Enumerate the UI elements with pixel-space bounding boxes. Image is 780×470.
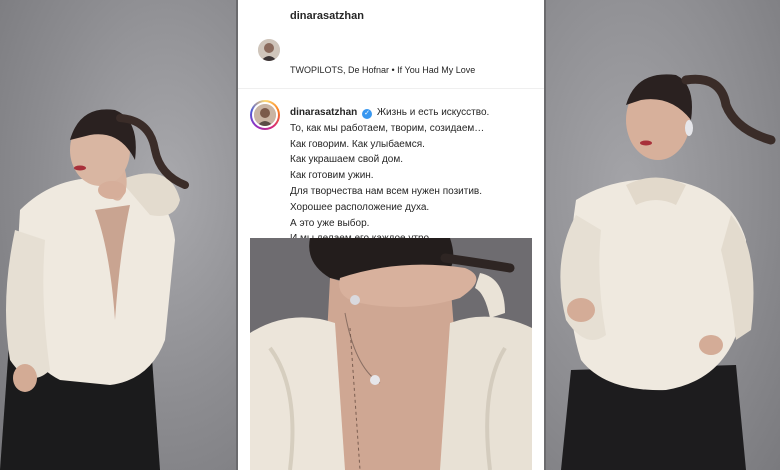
avatar-icon [254, 104, 276, 126]
avatar-icon [258, 39, 280, 61]
caption-line: Для творчества нам всем нужен позитив. [290, 185, 483, 197]
post-image[interactable] [250, 238, 532, 470]
instagram-post-card: dinarasatzhan TWOPILOTS, De Hofnar • If … [238, 0, 544, 470]
caption: dinarasatzhan ✓ Жизнь и есть искусство. … [290, 105, 538, 247]
caption-line: Хорошее расположение духа. [290, 201, 430, 213]
post-avatar [254, 104, 276, 126]
caption-line: Как украшаем свой дом. [290, 154, 404, 166]
music-label[interactable]: TWOPILOTS, De Hofnar • If You Had My Lov… [290, 65, 475, 75]
verified-badge-icon: ✓ [362, 109, 373, 119]
left-photo [0, 0, 236, 470]
right-photo [546, 0, 780, 470]
header-avatar[interactable] [258, 39, 280, 61]
caption-line: Как готовим ужин. [290, 170, 374, 182]
story-ring[interactable] [250, 100, 280, 130]
caption-line: А это уже выбор. [290, 217, 370, 229]
caption-username[interactable]: dinarasatzhan [290, 107, 357, 118]
post-header: dinarasatzhan TWOPILOTS, De Hofnar • If … [238, 0, 544, 89]
header-username[interactable]: dinarasatzhan [290, 10, 364, 22]
caption-line: То, как мы работаем, творим, созидаем… [290, 122, 485, 134]
caption-line: Жизнь и есть искусство. [376, 107, 490, 118]
caption-line: Как говорим. Как улыбаемся. [290, 138, 425, 150]
